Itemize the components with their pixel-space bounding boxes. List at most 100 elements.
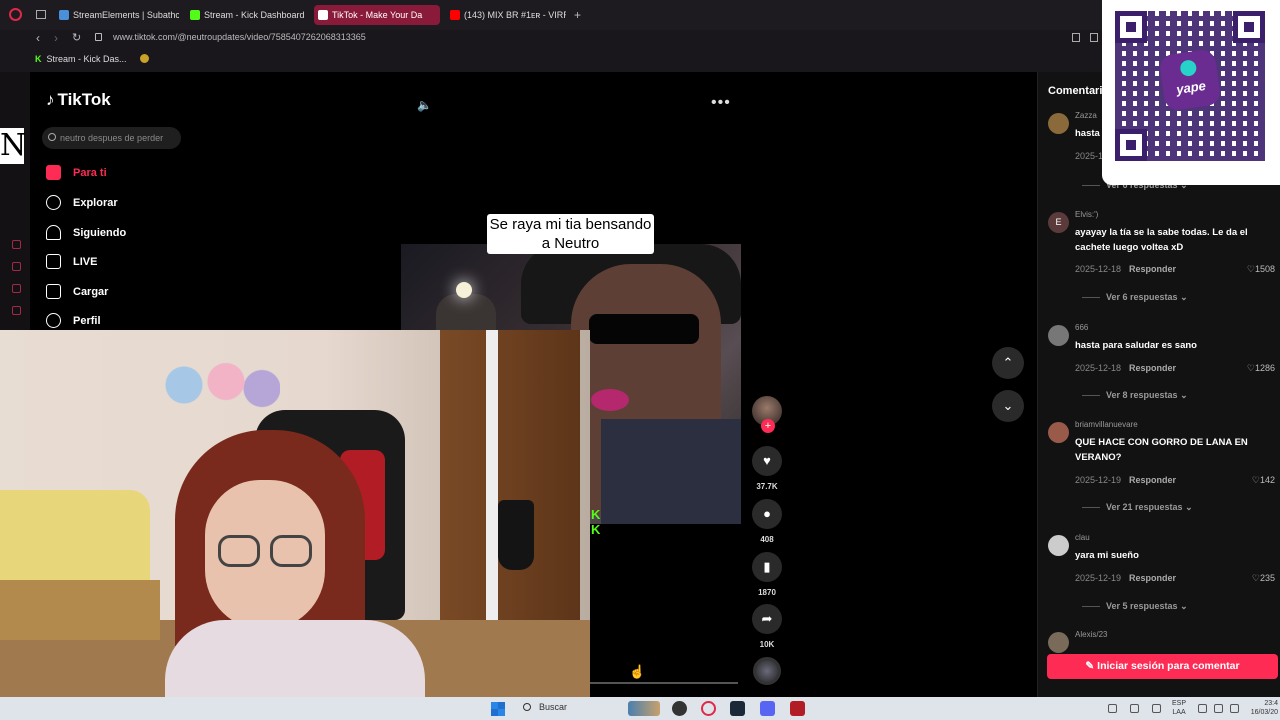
reply-button[interactable]: Responder	[1129, 475, 1176, 485]
yape-logo: yape	[1158, 48, 1221, 111]
back-icon[interactable]: ‹	[36, 31, 40, 45]
following-icon	[46, 225, 61, 240]
widgets-icon[interactable]	[628, 701, 660, 716]
opera-icon[interactable]	[701, 701, 716, 716]
comment-text: yara mi sueño	[1075, 548, 1275, 563]
nav-item-para-ti[interactable]: Para ti	[46, 163, 107, 183]
nav-item-siguiendo[interactable]: Siguiendo	[46, 223, 126, 243]
avatar[interactable]	[1048, 535, 1069, 556]
comment-username[interactable]: Zazza	[1075, 111, 1097, 120]
bookmark-kick-stream[interactable]: KStream - Kick Das...	[35, 54, 127, 64]
view-replies-button[interactable]: Ver 8 respuestas ⌄	[1082, 390, 1188, 401]
heart-outline-icon: ♡	[1247, 363, 1255, 373]
comment-date: 2025-12-18	[1075, 264, 1121, 274]
avatar[interactable]	[1048, 422, 1069, 443]
discord-icon[interactable]	[760, 701, 775, 716]
sidebar-wallet-icon[interactable]	[12, 262, 21, 271]
tray-mic-icon[interactable]	[1152, 704, 1161, 713]
next-video-button[interactable]: ⌄	[992, 390, 1024, 422]
previous-video-button[interactable]: ⌃	[992, 347, 1024, 379]
bookmark-favicon-icon[interactable]	[140, 54, 149, 63]
music-disc-icon[interactable]	[753, 657, 781, 685]
comment-username[interactable]: Elvis:')	[1075, 210, 1098, 219]
nav-item-perfil[interactable]: Perfil	[46, 311, 101, 331]
app-icon[interactable]	[672, 701, 687, 716]
tray-volume-icon[interactable]	[1214, 704, 1223, 713]
language-indicator[interactable]: ESP LAA	[1172, 699, 1186, 717]
comment-username[interactable]: briamvillanuevare	[1075, 420, 1138, 429]
tab-label: (143) MIX BR #1ᴇʀ - VIRRS	[464, 10, 566, 20]
url-field[interactable]: www.tiktok.com/@neutroupdates/video/7585…	[113, 32, 366, 42]
tray-battery-icon[interactable]	[1230, 704, 1239, 713]
follow-button[interactable]: +	[761, 419, 775, 433]
taskbar-search[interactable]: Buscar	[523, 702, 567, 712]
lang-line-1: ESP	[1172, 699, 1186, 708]
replies-label: Ver 6 respuestas	[1106, 292, 1178, 302]
tab-youtube-mix[interactable]: (143) MIX BR #1ᴇʀ - VIRRS	[446, 5, 566, 25]
bookmark-icon[interactable]	[1072, 33, 1080, 42]
login-to-comment-button[interactable]: ✎ Iniciar sesión para comentar	[1047, 654, 1278, 679]
opera-logo-icon[interactable]	[9, 8, 22, 21]
share-button[interactable]: ➦	[752, 604, 782, 634]
comment-username[interactable]: clau	[1075, 533, 1090, 542]
likes-count: 142	[1260, 475, 1275, 485]
tiktok-logo[interactable]: ♪TikTok	[46, 90, 111, 110]
nav-item-explorar[interactable]: Explorar	[46, 193, 118, 213]
more-options-icon[interactable]: •••	[711, 94, 731, 112]
youtube-favicon-icon	[450, 10, 460, 20]
reply-button[interactable]: Responder	[1129, 573, 1176, 583]
avatar[interactable]	[1048, 632, 1069, 653]
forward-icon[interactable]: ›	[54, 31, 58, 45]
bookmarks-bar: KStream - Kick Das...	[0, 48, 1280, 72]
game-icon[interactable]	[790, 701, 805, 716]
windows-start-icon[interactable]	[491, 702, 505, 716]
comment-meta: 2025-12-19Responder ♡235	[1075, 573, 1275, 583]
snapshot-icon[interactable]	[1090, 33, 1098, 42]
avatar[interactable]	[1048, 325, 1069, 346]
tray-network-icon[interactable]	[1198, 704, 1207, 713]
comment-likes[interactable]: ♡1508	[1247, 264, 1275, 275]
nav-item-cargar[interactable]: Cargar	[46, 282, 108, 302]
tray-app-icon[interactable]	[1130, 704, 1139, 713]
address-bar-row: ‹ › ↻ www.tiktok.com/@neutroupdates/vide…	[0, 30, 1280, 48]
tab-streamelements[interactable]: StreamElements | Subathc	[55, 5, 179, 25]
nav-label: Para ti	[73, 167, 107, 179]
tab-kick-dashboard[interactable]: Stream - Kick Dashboard	[186, 5, 308, 25]
comment-button[interactable]: ●	[752, 499, 782, 529]
chevron-up-icon: ⌃	[1003, 355, 1014, 370]
search-placeholder: neutro despues de perder	[60, 133, 163, 143]
like-button[interactable]: ♥	[752, 446, 782, 476]
opera-sidebar	[0, 72, 30, 332]
reply-button[interactable]: Responder	[1129, 264, 1176, 274]
view-replies-button[interactable]: Ver 5 respuestas ⌄	[1082, 601, 1188, 612]
volume-icon[interactable]: 🔈	[417, 98, 432, 112]
heart-outline-icon: ♡	[1252, 475, 1260, 485]
sidebar-instagram-icon[interactable]	[12, 306, 21, 315]
comment-username[interactable]: 666	[1075, 323, 1088, 332]
nav-item-live[interactable]: LIVE	[46, 252, 97, 272]
view-replies-button[interactable]: Ver 21 respuestas ⌄	[1082, 502, 1193, 513]
reply-button[interactable]: Responder	[1129, 363, 1176, 373]
video-progress-bar[interactable]	[590, 682, 738, 684]
tab-label: Stream - Kick Dashboard	[204, 10, 305, 20]
save-button[interactable]: ▮	[752, 552, 782, 582]
comment-username[interactable]: Alexis/23	[1075, 630, 1107, 639]
profile-icon	[46, 313, 61, 328]
reload-icon[interactable]: ↻	[72, 31, 81, 44]
replies-label: Ver 5 respuestas	[1106, 601, 1178, 611]
view-replies-button[interactable]: Ver 6 respuestas ⌄	[1082, 292, 1188, 303]
workspaces-icon[interactable]	[36, 10, 46, 19]
avatar[interactable]: E	[1048, 212, 1069, 233]
search-input[interactable]: neutro despues de perder	[42, 127, 181, 149]
sidebar-messenger-icon[interactable]	[12, 284, 21, 293]
comment-likes[interactable]: ♡142	[1252, 475, 1275, 486]
steam-icon[interactable]	[730, 701, 745, 716]
avatar[interactable]	[1048, 113, 1069, 134]
new-tab-button[interactable]: +	[574, 8, 581, 22]
system-clock[interactable]: 23:4 16/03/20	[1240, 699, 1278, 717]
sidebar-history-icon[interactable]	[12, 240, 21, 249]
comment-likes[interactable]: ♡235	[1252, 573, 1275, 584]
tray-chevron-icon[interactable]	[1108, 704, 1117, 713]
comment-likes[interactable]: ♡1286	[1247, 363, 1275, 374]
tab-tiktok[interactable]: TikTok - Make Your Da	[314, 5, 440, 25]
